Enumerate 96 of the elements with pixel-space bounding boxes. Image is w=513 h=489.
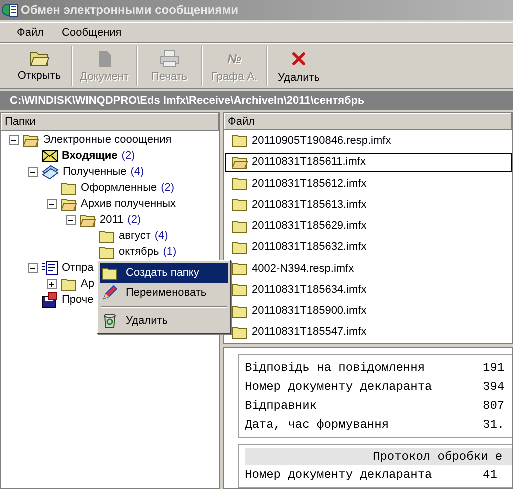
pencil-icon — [102, 285, 118, 301]
collapse-icon[interactable] — [8, 135, 18, 145]
number-sign-icon: № — [228, 50, 242, 68]
file-row[interactable]: 20110831T185900.imfx — [225, 301, 512, 321]
collapse-icon[interactable] — [28, 167, 38, 177]
folder-icon — [232, 134, 248, 148]
field-value: 807 — [483, 398, 505, 412]
field-label: Відправник — [245, 398, 318, 412]
file-row[interactable]: 20110831T185611.imfx — [225, 152, 512, 172]
menu-item[interactable]: Сообщения — [53, 26, 131, 38]
menu-item-label: Переименовать — [126, 287, 207, 299]
folder-label[interactable]: Полученные — [63, 166, 127, 178]
collapse-icon[interactable] — [46, 199, 56, 209]
menu-item[interactable]: Переименовать — [100, 283, 228, 303]
menu-item[interactable]: Создать папку — [100, 263, 228, 283]
document-list-icon — [42, 261, 58, 275]
field-value: 31. — [483, 418, 505, 432]
folder-label[interactable]: Проче — [62, 294, 94, 306]
collapse-icon[interactable] — [66, 215, 76, 225]
file-row[interactable]: 20110831T185634.imfx — [225, 280, 512, 300]
recycle-bin-icon — [102, 313, 118, 329]
menu-item-label: Создать папку — [126, 267, 200, 279]
file-name: 20110831T185613.imfx — [252, 198, 367, 211]
item-count: (2) — [128, 214, 142, 226]
file-row[interactable]: 20110831T185547.imfx — [225, 322, 512, 342]
section-title: Протокол обробки е — [245, 448, 512, 465]
file-row[interactable]: 20110905T190846.resp.imfx — [225, 131, 512, 151]
file-row[interactable]: 20110831T185613.imfx — [225, 195, 512, 214]
file-name: 20110831T185547.imfx — [252, 326, 367, 338]
item-count: (2) — [122, 150, 136, 162]
item-count: (1) — [163, 246, 177, 258]
field-label: Відповідь на повідомлення — [245, 360, 426, 374]
file-row[interactable]: 4002-N394.resp.imfx — [225, 258, 512, 278]
folder-label[interactable]: Входящие — [62, 150, 118, 162]
open-folder-icon — [23, 134, 39, 146]
folder-icon — [232, 240, 248, 254]
folder-label[interactable]: Оформленные — [81, 182, 158, 194]
open-folder-icon — [80, 214, 96, 226]
menu-item-label: Удалить — [126, 315, 168, 327]
toolbar-button[interactable]: Удалить — [268, 46, 330, 86]
folder-label[interactable]: Электронные сооощения — [43, 134, 172, 146]
documents-icon — [42, 164, 59, 180]
folder-icon — [102, 266, 118, 280]
file-row[interactable]: 20110831T185612.imfx — [225, 174, 512, 194]
file-name: 20110831T185634.imfx — [252, 284, 367, 296]
document-icon — [98, 50, 112, 68]
folder-icon — [232, 262, 248, 276]
file-row[interactable]: 20110831T185629.imfx — [225, 216, 512, 236]
collapse-icon[interactable] — [28, 263, 38, 273]
envelope-icon — [42, 150, 58, 162]
app-icon — [2, 2, 18, 18]
field-value: 191 — [483, 360, 505, 374]
menu-item[interactable]: Файл — [8, 26, 54, 38]
toolbar-button[interactable]: Открыть — [8, 46, 73, 86]
column-header[interactable]: Файл — [224, 113, 512, 130]
folder-label[interactable]: Архив полученных — [81, 198, 176, 210]
field-label: Дата, час формування — [245, 418, 390, 432]
folder-label[interactable]: август — [119, 230, 151, 242]
folder-icon — [61, 182, 77, 194]
folder-label[interactable]: октябрь — [119, 246, 160, 258]
floppy-disk-icon — [42, 292, 58, 308]
panel-header: Папки — [1, 113, 219, 131]
file-name: 20110831T185629.imfx — [252, 220, 367, 232]
path-bar: C:\WINDISK\WINQDPRO\Eds Imfx\Receive\ArchiveIn\2011\сентябрь — [0, 91, 513, 110]
file-name: 20110831T185900.imfx — [252, 305, 367, 318]
item-count: (2) — [161, 182, 175, 194]
field-label: Номер документу декларанта — [245, 468, 434, 482]
folder-icon — [232, 177, 248, 190]
folder-icon — [232, 304, 248, 318]
file-name: 4002-N394.resp.imfx — [252, 262, 354, 275]
open-folder-icon — [61, 198, 77, 210]
file-row[interactable]: 20110831T185632.imfx — [225, 238, 512, 257]
window-title: Обмен электронными сообщениями — [21, 3, 238, 17]
open-folder-icon — [30, 50, 50, 66]
folder-icon — [232, 283, 248, 296]
file-name: 20110831T185632.imfx — [252, 241, 367, 254]
folder-icon — [232, 220, 248, 233]
folder-icon — [232, 198, 248, 212]
open-folder-icon — [232, 156, 248, 169]
folder-icon — [61, 278, 77, 290]
file-name: 20110831T185611.imfx — [252, 156, 366, 168]
menu-item[interactable]: Удалить — [100, 311, 228, 331]
field-value: 394 — [483, 380, 505, 394]
folder-icon — [99, 230, 115, 242]
folder-label[interactable]: 2011 — [100, 214, 124, 226]
folder-icon — [232, 326, 248, 339]
file-name: 20110831T185612.imfx — [252, 178, 367, 190]
file-name: 20110905T190846.resp.imfx — [252, 134, 392, 147]
field-value: 41 — [483, 468, 498, 482]
field-label: Номер документу декларанта — [245, 380, 434, 394]
folder-label[interactable]: Ар — [81, 278, 94, 290]
folder-label[interactable]: Отпра — [62, 262, 94, 274]
expand-icon[interactable] — [46, 279, 56, 289]
printer-icon — [160, 50, 180, 68]
item-count: (4) — [130, 166, 144, 178]
item-count: (4) — [154, 230, 168, 242]
